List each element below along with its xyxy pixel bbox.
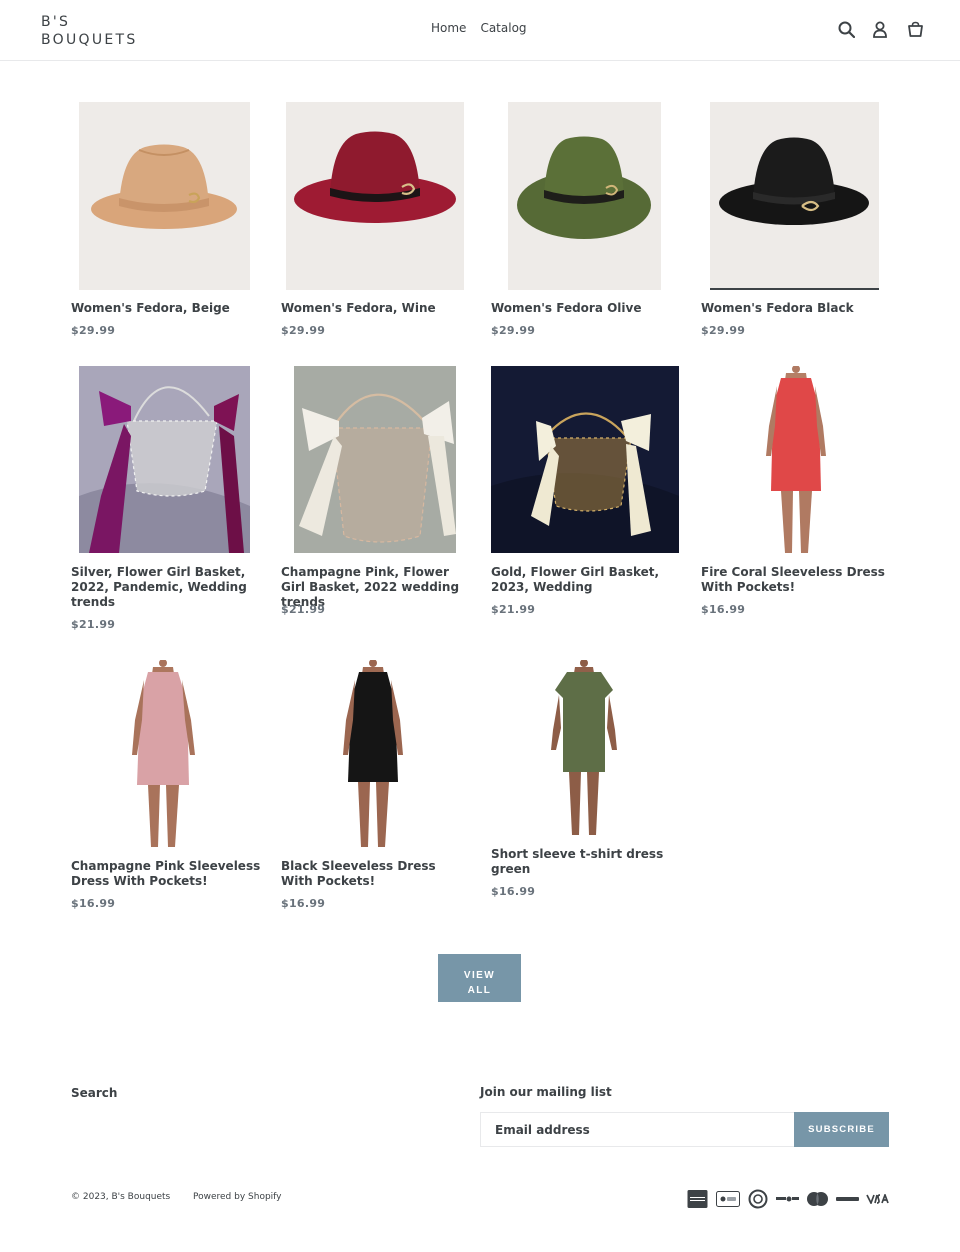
mastercard-icon — [806, 1189, 829, 1209]
amex-icon — [687, 1189, 708, 1209]
product-price: $16.99 — [491, 885, 536, 898]
product-title[interactable]: Black Sleeveless Dress With Pockets! — [281, 859, 471, 889]
site-logo[interactable]: B'S BOUQUETS — [41, 13, 138, 49]
logo-line-1: B'S — [41, 14, 71, 30]
product-title[interactable]: Short sleeve t-shirt dress green — [491, 847, 681, 877]
product-image-beige-fedora[interactable] — [79, 102, 250, 290]
discover-icon — [775, 1189, 800, 1209]
copyright-text: © 2023, B's Bouquets — [71, 1192, 171, 1202]
search-icon[interactable] — [836, 19, 856, 39]
product-price: $16.99 — [701, 603, 746, 616]
main-nav: Home Catalog — [424, 21, 534, 35]
product-price: $29.99 — [491, 324, 536, 337]
nav-catalog[interactable]: Catalog — [473, 21, 533, 35]
product-image-gold-basket[interactable] — [491, 366, 679, 553]
product-price: $16.99 — [281, 897, 326, 910]
visa-icon — [866, 1189, 889, 1209]
product-title[interactable]: Fire Coral Sleeveless Dress With Pockets… — [701, 565, 891, 595]
product-title[interactable]: Women's Fedora Black — [701, 301, 891, 316]
product-image-wine-fedora[interactable] — [286, 102, 464, 290]
logo-line-2: BOUQUETS — [41, 32, 138, 48]
product-image-black-dress[interactable] — [331, 659, 419, 847]
nav-home[interactable]: Home — [424, 21, 473, 35]
view-all-line-1: VIEW — [463, 969, 496, 981]
account-icon[interactable] — [870, 19, 890, 39]
apple-pay-icon — [716, 1189, 740, 1209]
product-image-green-tshirt-dress[interactable] — [541, 659, 629, 835]
product-image-pink-dress[interactable] — [121, 659, 209, 847]
powered-by-link[interactable]: Powered by Shopify — [193, 1192, 282, 1202]
product-price: $16.99 — [71, 897, 116, 910]
product-title[interactable]: Women's Fedora, Wine — [281, 301, 471, 316]
cart-icon[interactable] — [905, 19, 925, 39]
product-title[interactable]: Silver, Flower Girl Basket, 2022, Pandem… — [71, 565, 261, 610]
product-image-champagne-basket[interactable] — [294, 366, 456, 553]
product-price: $21.99 — [491, 603, 536, 616]
product-price: $21.99 — [281, 603, 326, 616]
product-image-black-fedora[interactable] — [710, 102, 879, 290]
diners-club-icon — [748, 1189, 768, 1209]
view-all-button[interactable]: VIEW ALL — [438, 954, 521, 1002]
product-title[interactable]: Women's Fedora Olive — [491, 301, 681, 316]
product-title[interactable]: Champagne Pink Sleeveless Dress With Poc… — [71, 859, 261, 889]
product-title[interactable]: Women's Fedora, Beige — [71, 301, 261, 316]
site-header: B'S BOUQUETS Home Catalog — [0, 0, 960, 61]
footer-search-link[interactable]: Search — [71, 1086, 117, 1100]
product-image-silver-basket[interactable] — [79, 366, 250, 553]
product-price: $29.99 — [701, 324, 746, 337]
product-image-coral-dress[interactable] — [751, 365, 839, 553]
email-input[interactable] — [480, 1112, 795, 1147]
product-image-olive-fedora[interactable] — [508, 102, 661, 290]
product-price: $29.99 — [281, 324, 326, 337]
product-price: $29.99 — [71, 324, 116, 337]
paypal-icon — [835, 1189, 860, 1209]
product-title[interactable]: Gold, Flower Girl Basket, 2023, Wedding — [491, 565, 681, 595]
mailing-list-title: Join our mailing list — [480, 1085, 612, 1099]
product-price: $21.99 — [71, 618, 116, 631]
view-all-line-2: ALL — [467, 984, 492, 996]
subscribe-button[interactable]: SUBSCRIBE — [794, 1112, 889, 1147]
